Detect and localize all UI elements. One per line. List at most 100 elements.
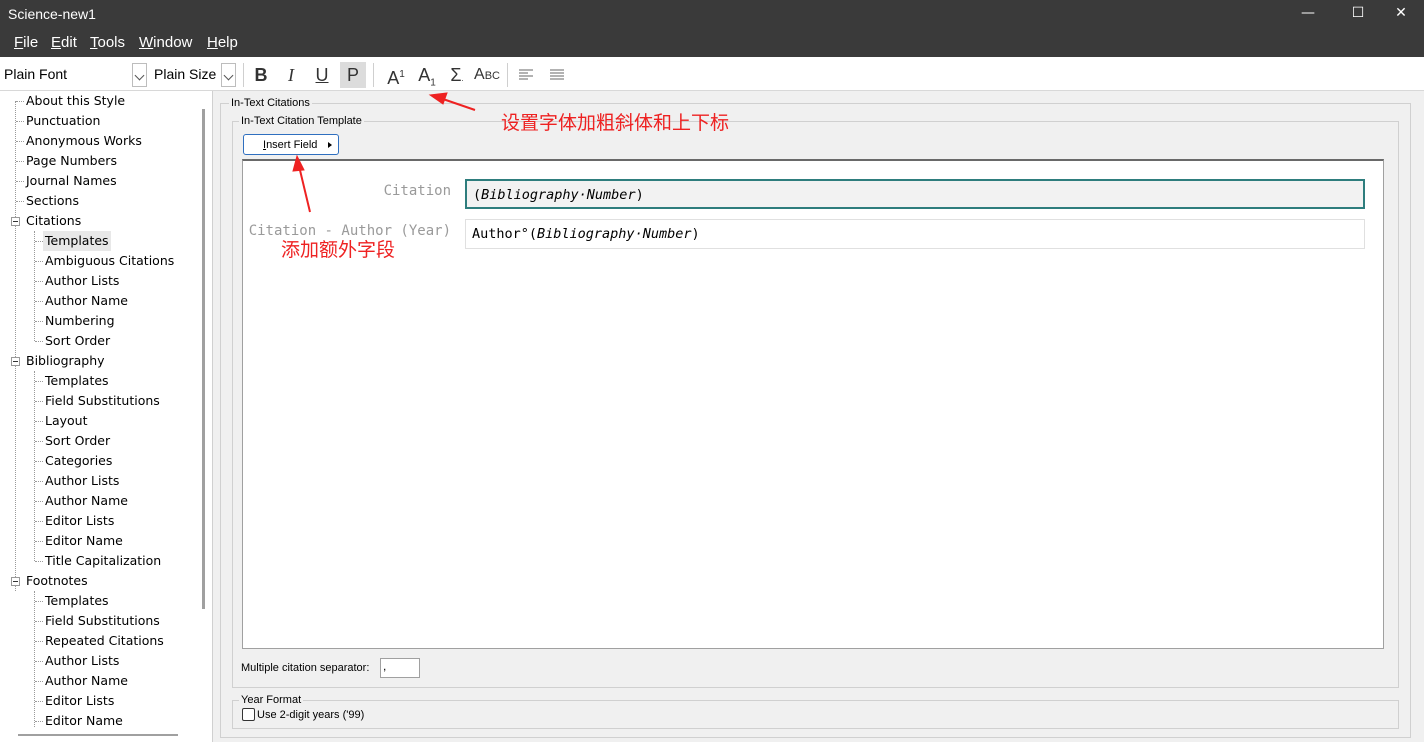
- scroll-thumb[interactable]: [202, 109, 205, 609]
- tree-line: [35, 721, 43, 722]
- tree-item-sections[interactable]: Sections: [26, 191, 79, 211]
- annotation-insert-note: 添加额外字段: [281, 239, 396, 261]
- menu-tools[interactable]: Tools: [90, 34, 125, 51]
- tree-line: [15, 101, 16, 591]
- menu-help[interactable]: Help: [207, 34, 238, 51]
- maximize-button[interactable]: ☐: [1335, 0, 1381, 30]
- collapse-icon[interactable]: [11, 217, 20, 226]
- tree-item-fn-author-lists[interactable]: Author Lists: [45, 651, 119, 671]
- tree-item-repeated-citations[interactable]: Repeated Citations: [45, 631, 164, 651]
- bold-button[interactable]: B: [248, 62, 274, 88]
- tree-item-bib-templates[interactable]: Templates: [45, 371, 109, 391]
- tree-item-fn-field-substitutions[interactable]: Field Substitutions: [45, 611, 160, 631]
- tree-line: [16, 101, 24, 102]
- tree-line: [35, 681, 43, 682]
- tree-item-bibliography[interactable]: Bibliography: [26, 351, 105, 371]
- title-bar: Science-new1 — ☐ ✕: [0, 0, 1424, 30]
- tree-item-citations-templates[interactable]: Templates: [43, 231, 111, 251]
- size-combo[interactable]: Plain Size: [150, 63, 236, 87]
- menu-arrow-icon: [328, 142, 332, 148]
- template-group-title: In-Text Citation Template: [239, 115, 364, 127]
- tree-line: [16, 181, 24, 182]
- tree-line: [16, 161, 24, 162]
- scroll-thumb[interactable]: [18, 734, 178, 736]
- two-digit-year-label: Use 2-digit years ('99): [257, 709, 365, 721]
- tree-line: [35, 481, 43, 482]
- toolbar-separator: [373, 63, 374, 87]
- tree-line: [35, 601, 43, 602]
- tree-item-bib-author-lists[interactable]: Author Lists: [45, 471, 119, 491]
- minimize-button[interactable]: —: [1285, 0, 1331, 30]
- window-title: Science-new1: [8, 6, 96, 22]
- tree-item-bib-author-name[interactable]: Author Name: [45, 491, 128, 511]
- annotation-toolbar-note: 设置字体加粗斜体和上下标: [501, 112, 730, 134]
- two-digit-year-checkbox[interactable]: [242, 708, 255, 721]
- tree-item-layout[interactable]: Layout: [45, 411, 88, 431]
- tree-item-about[interactable]: About this Style: [26, 91, 125, 111]
- insert-field-button[interactable]: Insert Field: [243, 134, 339, 155]
- tree-line: [34, 231, 35, 341]
- style-tree[interactable]: About this Style Punctuation Anonymous W…: [0, 91, 213, 742]
- tree-item-bib-sort-order[interactable]: Sort Order: [45, 431, 110, 451]
- tree-item-bib-editor-name[interactable]: Editor Name: [45, 531, 123, 551]
- tree-item-journal-names[interactable]: Journal Names: [26, 171, 117, 191]
- tree-line: [35, 661, 43, 662]
- separator-label: Multiple citation separator:: [241, 662, 370, 674]
- toolbar-separator: [243, 63, 244, 87]
- tree-item-categories[interactable]: Categories: [45, 451, 112, 471]
- tree-line: [35, 561, 43, 562]
- tree-line: [35, 521, 43, 522]
- author-year-template-field[interactable]: Author°(Bibliography·Number): [465, 219, 1365, 249]
- size-dropdown-icon[interactable]: [221, 63, 236, 87]
- menu-window[interactable]: Window: [139, 34, 192, 51]
- tree-line: [35, 641, 43, 642]
- tree-item-title-capitalization[interactable]: Title Capitalization: [45, 551, 161, 571]
- symbol-button[interactable]: Σ.: [443, 62, 471, 88]
- tree-item-footnotes[interactable]: Footnotes: [26, 571, 88, 591]
- citation-template-field[interactable]: (Bibliography·Number): [465, 179, 1365, 209]
- tree-item-anonymous-works[interactable]: Anonymous Works: [26, 131, 142, 151]
- plain-button[interactable]: P: [340, 62, 366, 88]
- tree-item-punctuation[interactable]: Punctuation: [26, 111, 100, 131]
- align-left-icon[interactable]: [513, 62, 539, 88]
- tree-line: [35, 441, 43, 442]
- tree-item-ambiguous-citations[interactable]: Ambiguous Citations: [45, 251, 174, 271]
- tree-item-citations-author-lists[interactable]: Author Lists: [45, 271, 119, 291]
- smallcaps-button[interactable]: ABC: [472, 62, 502, 88]
- tree-line: [35, 541, 43, 542]
- align-justify-icon[interactable]: [544, 62, 570, 88]
- tree-item-citations-author-name[interactable]: Author Name: [45, 291, 128, 311]
- tree-item-numbering[interactable]: Numbering: [45, 311, 115, 331]
- underline-button[interactable]: U: [309, 62, 335, 88]
- close-button[interactable]: ✕: [1378, 0, 1424, 30]
- tree-item-fn-editor-lists[interactable]: Editor Lists: [45, 691, 114, 711]
- tree-line: [35, 261, 43, 262]
- tree-line: [16, 121, 24, 122]
- tree-line: [35, 501, 43, 502]
- superscript-button[interactable]: A1: [382, 62, 410, 88]
- year-format-title: Year Format: [239, 694, 304, 706]
- font-dropdown-icon[interactable]: [132, 63, 147, 87]
- tree-line: [35, 461, 43, 462]
- font-combo[interactable]: Plain Font: [0, 63, 147, 87]
- menu-file[interactable]: File: [14, 34, 38, 51]
- collapse-icon[interactable]: [11, 577, 20, 586]
- tree-item-fn-author-name[interactable]: Author Name: [45, 671, 128, 691]
- row-label-citation: Citation: [383, 183, 451, 199]
- settings-panel: In-Text Citations In-Text Citation Templ…: [217, 91, 1424, 742]
- year-format-group: [232, 700, 1399, 729]
- tree-horizontal-scrollbar[interactable]: [0, 727, 199, 742]
- tree-vertical-scrollbar[interactable]: [199, 91, 212, 742]
- italic-button[interactable]: I: [278, 62, 304, 88]
- tree-item-fn-templates[interactable]: Templates: [45, 591, 109, 611]
- tree-item-bib-field-substitutions[interactable]: Field Substitutions: [45, 391, 160, 411]
- tree-item-bib-editor-lists[interactable]: Editor Lists: [45, 511, 114, 531]
- subscript-button[interactable]: A1: [413, 62, 441, 89]
- collapse-icon[interactable]: [11, 357, 20, 366]
- template-editor[interactable]: Citation (Bibliography·Number) Citation …: [242, 159, 1384, 649]
- tree-item-citations[interactable]: Citations: [26, 211, 81, 231]
- tree-item-page-numbers[interactable]: Page Numbers: [26, 151, 117, 171]
- separator-input[interactable]: ,: [380, 658, 420, 678]
- menu-edit[interactable]: Edit: [51, 34, 77, 51]
- tree-item-citations-sort-order[interactable]: Sort Order: [45, 331, 110, 351]
